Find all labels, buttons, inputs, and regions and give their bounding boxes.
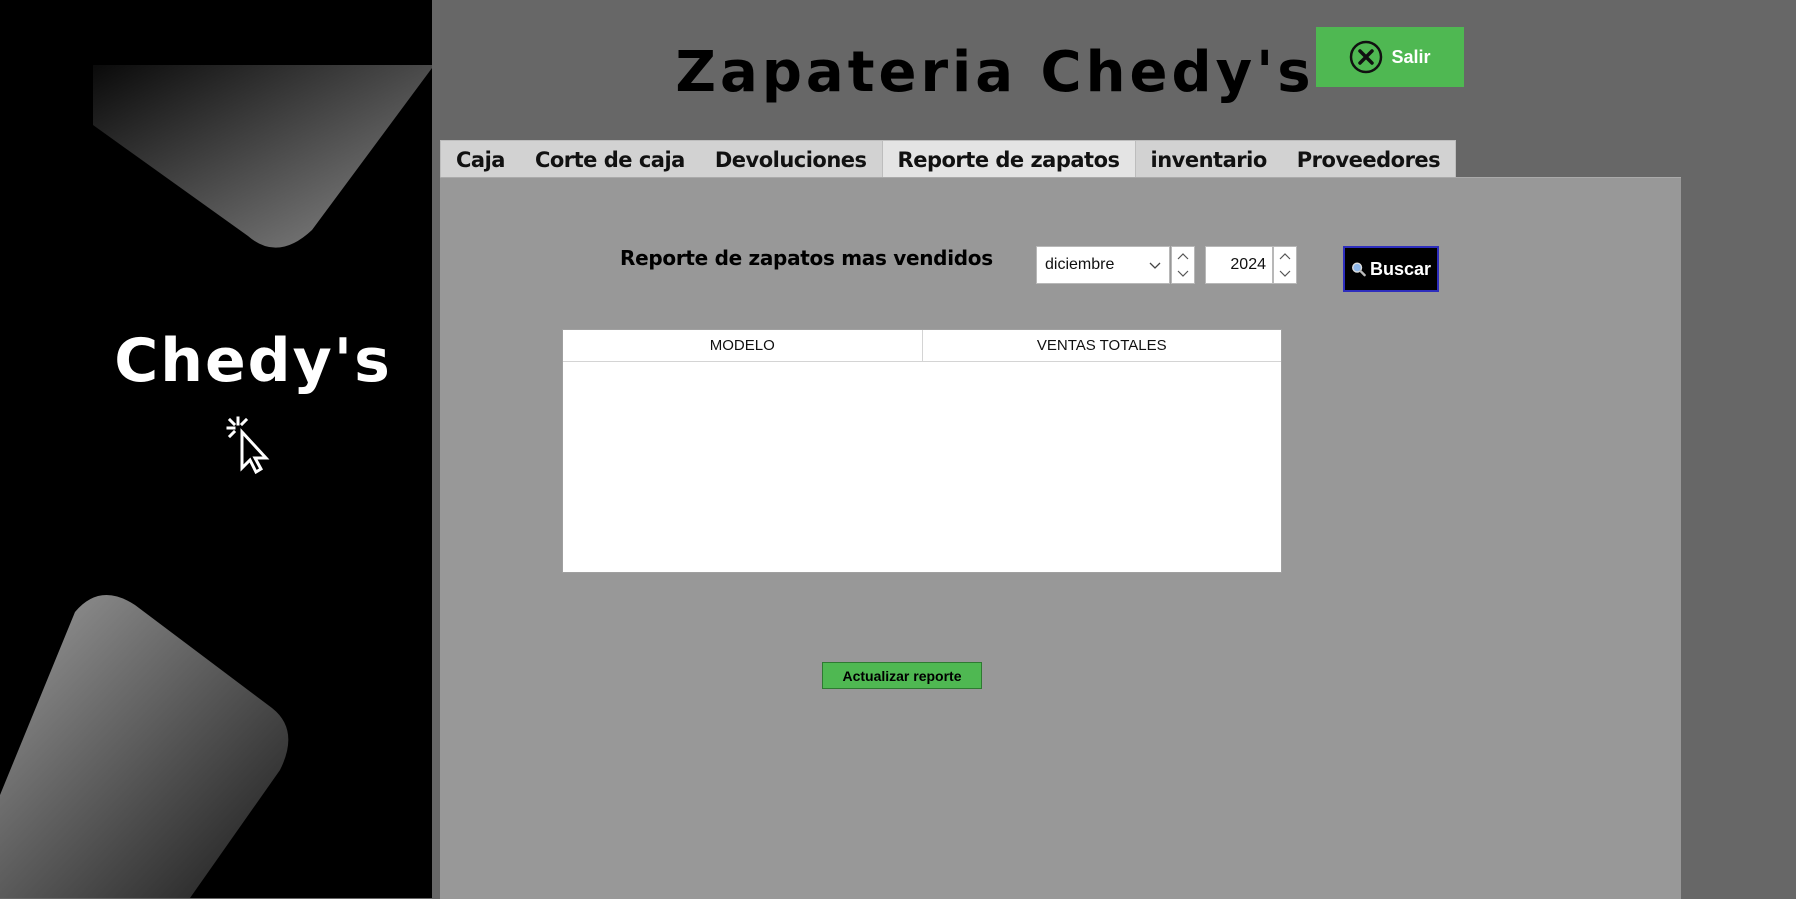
close-circle-icon	[1350, 40, 1383, 74]
main-area: Zapateria Chedy's Salir Caja Corte de ca…	[432, 0, 1796, 899]
exit-button[interactable]: Salir	[1316, 27, 1464, 87]
search-button[interactable]: Buscar	[1343, 246, 1439, 292]
search-button-label: Buscar	[1369, 258, 1431, 279]
year-down-button[interactable]	[1274, 265, 1296, 283]
table-header: MODELO VENTAS TOTALES	[563, 330, 1281, 362]
exit-button-label: Salir	[1391, 46, 1431, 67]
decorative-shape-top	[93, 65, 432, 248]
magnifier-icon	[1352, 262, 1366, 277]
tab-inventario[interactable]: inventario	[1136, 141, 1282, 178]
chevron-down-icon	[1149, 262, 1161, 269]
decorative-shape-bottom	[0, 595, 289, 898]
sidebar: Chedy's	[0, 0, 432, 898]
month-value: diciembre	[1045, 256, 1115, 273]
tab-reporte-de-zapatos[interactable]: Reporte de zapatos	[881, 141, 1136, 178]
month-down-button[interactable]	[1172, 265, 1194, 283]
tab-devoluciones[interactable]: Devoluciones	[700, 141, 882, 178]
column-header-ventas-totales[interactable]: VENTAS TOTALES	[921, 330, 1282, 361]
year-input[interactable]: 2024	[1205, 246, 1273, 284]
chevron-up-icon	[1279, 253, 1291, 260]
year-up-button[interactable]	[1274, 247, 1296, 265]
column-header-modelo[interactable]: MODELO	[563, 330, 922, 361]
month-spinner[interactable]	[1171, 246, 1195, 284]
month-select[interactable]: diciembre	[1036, 246, 1170, 284]
chevron-down-icon	[1177, 270, 1189, 277]
tab-caja[interactable]: Caja	[441, 141, 520, 178]
brand-logo-text: Chedy's	[114, 326, 392, 396]
tab-corte-de-caja[interactable]: Corte de caja	[520, 141, 700, 178]
refresh-report-button[interactable]: Actualizar reporte	[822, 662, 982, 689]
pointer-click-icon	[226, 416, 270, 475]
report-table[interactable]: MODELO VENTAS TOTALES	[562, 329, 1282, 573]
tab-bar: Caja Corte de caja Devoluciones Reporte …	[440, 140, 1457, 178]
year-spinner[interactable]	[1273, 246, 1297, 284]
month-up-button[interactable]	[1172, 247, 1194, 265]
report-heading: Reporte de zapatos mas vendidos	[620, 246, 993, 270]
report-panel: Reporte de zapatos mas vendidos diciembr…	[440, 177, 1681, 899]
chevron-down-icon	[1279, 270, 1291, 277]
chevron-up-icon	[1177, 253, 1189, 260]
tab-proveedores[interactable]: Proveedores	[1282, 141, 1455, 178]
